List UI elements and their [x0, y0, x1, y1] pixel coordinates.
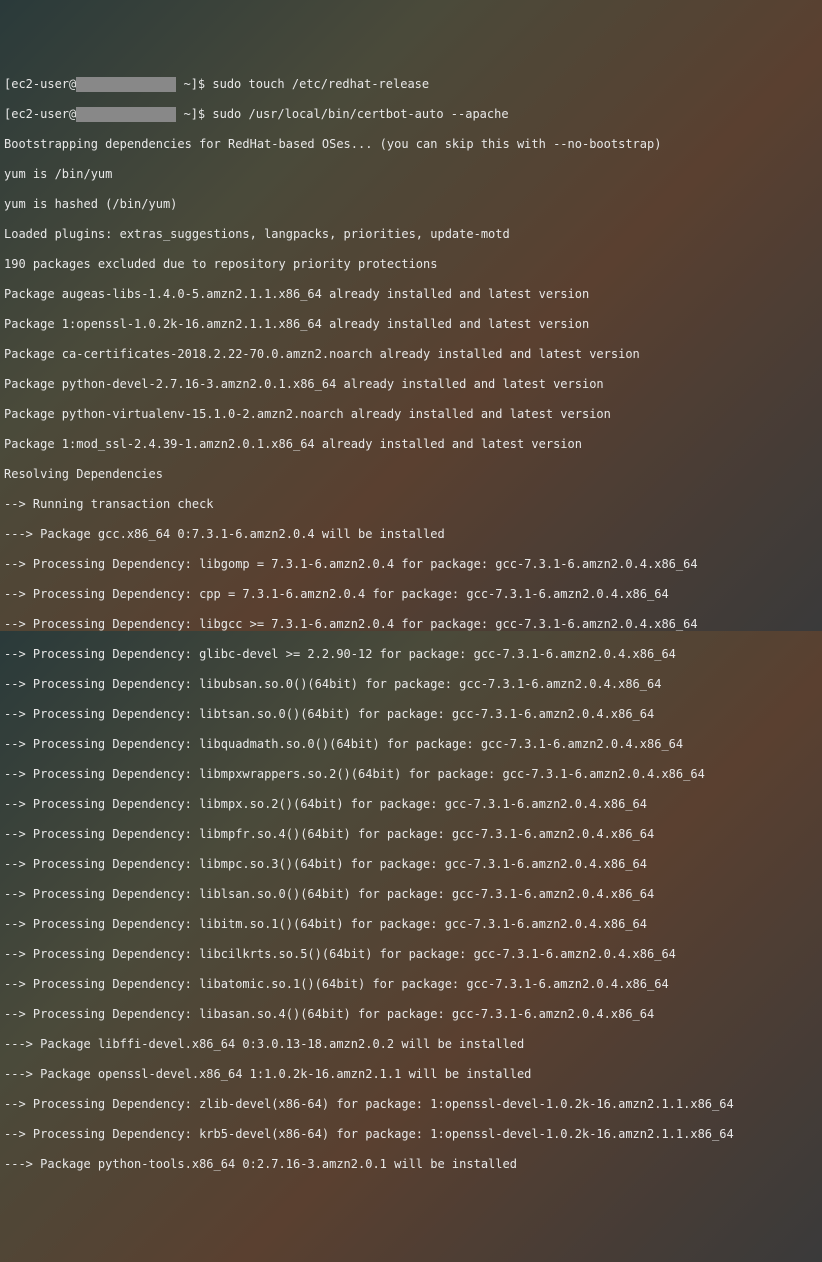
output-line: --> Processing Dependency: libcilkrts.so… — [4, 947, 818, 962]
output-line: --> Processing Dependency: libmpfr.so.4(… — [4, 827, 818, 842]
prompt-host-redacted — [76, 77, 176, 92]
output-line: Package augeas-libs-1.4.0-5.amzn2.1.1.x8… — [4, 287, 818, 302]
output-line: --> Processing Dependency: libasan.so.4(… — [4, 1007, 818, 1022]
output-line: --> Processing Dependency: krb5-devel(x8… — [4, 1127, 818, 1142]
output-line: --> Processing Dependency: libatomic.so.… — [4, 977, 818, 992]
output-line: yum is hashed (/bin/yum) — [4, 197, 818, 212]
prompt-path: ~]$ — [176, 77, 212, 91]
output-line: Bootstrapping dependencies for RedHat-ba… — [4, 137, 818, 152]
command-input[interactable]: sudo /usr/local/bin/certbot-auto --apach… — [212, 107, 508, 121]
output-line: --> Processing Dependency: libubsan.so.0… — [4, 677, 818, 692]
output-line: --> Processing Dependency: libgomp = 7.3… — [4, 557, 818, 572]
output-line: --> Running transaction check — [4, 497, 818, 512]
output-line: ---> Package libffi-devel.x86_64 0:3.0.1… — [4, 1037, 818, 1052]
prompt-user: [ec2-user@ — [4, 77, 76, 91]
prompt-line-2: [ec2-user@ ~]$ sudo /usr/local/bin/certb… — [4, 107, 818, 122]
output-line: Loaded plugins: extras_suggestions, lang… — [4, 227, 818, 242]
output-line: --> Processing Dependency: libitm.so.1()… — [4, 917, 818, 932]
output-line: ---> Package gcc.x86_64 0:7.3.1-6.amzn2.… — [4, 527, 818, 542]
output-line: ---> Package openssl-devel.x86_64 1:1.0.… — [4, 1067, 818, 1082]
output-line: --> Processing Dependency: libmpxwrapper… — [4, 767, 818, 782]
output-line: Package python-virtualenv-15.1.0-2.amzn2… — [4, 407, 818, 422]
output-line: --> Processing Dependency: zlib-devel(x8… — [4, 1097, 818, 1112]
output-line: --> Processing Dependency: libquadmath.s… — [4, 737, 818, 752]
prompt-user: [ec2-user@ — [4, 107, 76, 121]
output-line: --> Processing Dependency: liblsan.so.0(… — [4, 887, 818, 902]
output-line: --> Processing Dependency: libgcc >= 7.3… — [4, 617, 818, 632]
output-line: --> Processing Dependency: libtsan.so.0(… — [4, 707, 818, 722]
output-line: yum is /bin/yum — [4, 167, 818, 182]
output-line: --> Processing Dependency: libmpc.so.3()… — [4, 857, 818, 872]
prompt-line-1: [ec2-user@ ~]$ sudo touch /etc/redhat-re… — [4, 77, 818, 92]
output-line: Resolving Dependencies — [4, 467, 818, 482]
output-line: Package ca-certificates-2018.2.22-70.0.a… — [4, 347, 818, 362]
prompt-host-redacted — [76, 107, 176, 122]
output-line: ---> Package python-tools.x86_64 0:2.7.1… — [4, 1157, 818, 1172]
output-line: --> Processing Dependency: cpp = 7.3.1-6… — [4, 587, 818, 602]
output-line: Package python-devel-2.7.16-3.amzn2.0.1.… — [4, 377, 818, 392]
output-line: Package 1:mod_ssl-2.4.39-1.amzn2.0.1.x86… — [4, 437, 818, 452]
terminal-window[interactable]: [ec2-user@ ~]$ sudo touch /etc/redhat-re… — [0, 60, 822, 1189]
command-input[interactable]: sudo touch /etc/redhat-release — [212, 77, 429, 91]
output-line: --> Processing Dependency: libmpx.so.2()… — [4, 797, 818, 812]
output-line: --> Processing Dependency: glibc-devel >… — [4, 647, 818, 662]
prompt-path: ~]$ — [176, 107, 212, 121]
output-line: Package 1:openssl-1.0.2k-16.amzn2.1.1.x8… — [4, 317, 818, 332]
output-line: 190 packages excluded due to repository … — [4, 257, 818, 272]
